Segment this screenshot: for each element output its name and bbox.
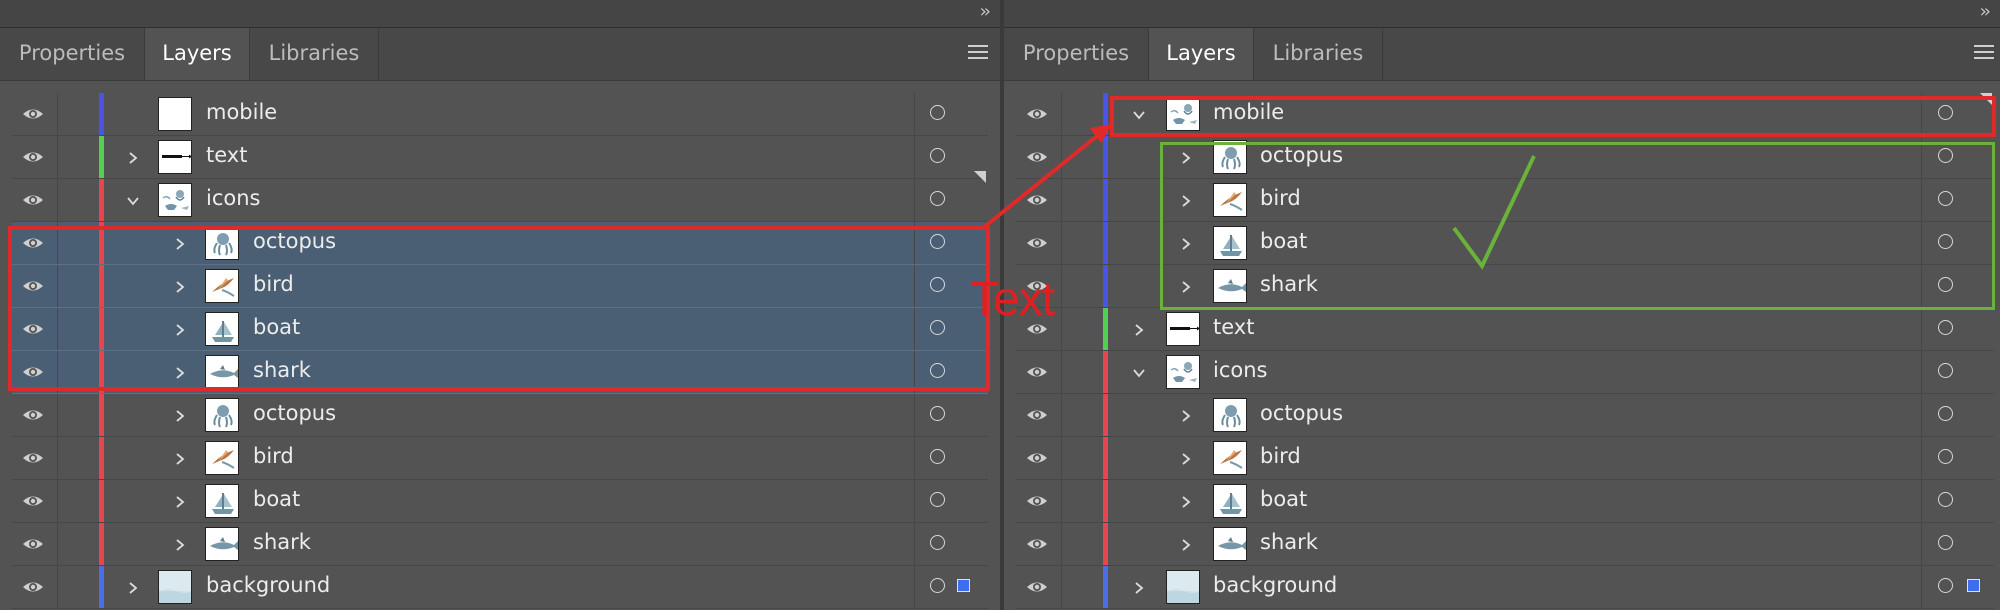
move-arrow-line bbox=[981, 130, 1104, 230]
annotation-text-label: Text bbox=[970, 273, 1055, 326]
checkmark-icon bbox=[1452, 155, 1536, 270]
